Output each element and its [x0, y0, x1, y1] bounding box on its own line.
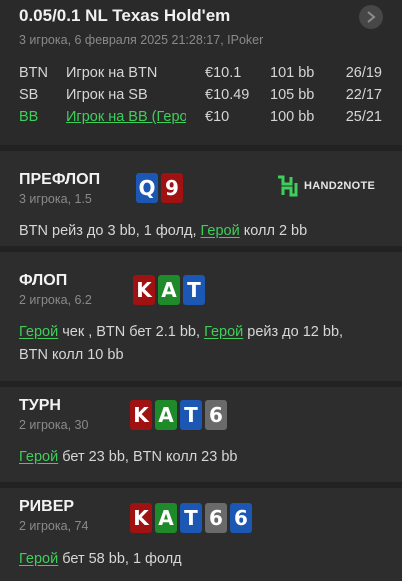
street-turn: ТУРН 2 игрока, 30 KAT6 Герой бет 23 bb, …	[0, 387, 402, 482]
action-text: рейз до 12 bb,	[243, 324, 344, 340]
card-A-green: A	[155, 400, 177, 430]
action-text: рейз до 3 bb	[52, 223, 136, 239]
action-text: , 1 фолд,	[135, 223, 201, 239]
street-name: ФЛОП	[19, 272, 68, 289]
player-name[interactable]: Игрок на SB	[66, 87, 186, 103]
player-bb: 100 bb	[270, 109, 315, 125]
action-text: чек , BTN бет 2.1 bb,	[58, 324, 205, 340]
player-name[interactable]: Игрок на BB (Герой)	[66, 109, 186, 125]
street-sub: 2 игрока, 74	[19, 519, 89, 533]
player-row-sb: SB Игрок на SB €10.49 105 bb · 22/17	[19, 87, 399, 109]
player-stack: €10	[205, 109, 230, 125]
action-line: Герой бет 23 bb, BTN колл 23 bb	[19, 446, 389, 469]
street-name: ТУРН	[19, 397, 61, 414]
player-bb: 105 bb	[270, 87, 315, 103]
card-K-red: K	[130, 400, 152, 430]
street-sub: 2 игрока, 30	[19, 418, 89, 432]
card-T-blue: T	[180, 400, 202, 430]
card-A-green: A	[158, 275, 180, 305]
street-name: РИВЕР	[19, 498, 75, 515]
card-6-gray: 6	[205, 503, 227, 533]
board-cards: KAT66	[130, 503, 252, 533]
action-line: Герой бет 58 bb, 1 фолд	[19, 548, 389, 571]
hand-title: 0.05/0.1 NL Texas Hold'em	[19, 6, 231, 25]
hand2note-logo-icon	[278, 175, 298, 197]
street-river: РИВЕР 2 игрока, 74 KAT66 Герой бет 58 bb…	[0, 488, 402, 581]
action-text: бет 23 bb, BTN колл 23 bb	[58, 449, 238, 465]
player-stack: €10.49	[205, 87, 250, 103]
card-9-red: 9	[161, 173, 183, 203]
hero-link[interactable]: Герой	[19, 449, 58, 465]
hero-link[interactable]: Герой	[19, 324, 58, 340]
hand-header: 0.05/0.1 NL Texas Hold'em 3 игрока, 6 фе…	[0, 0, 402, 145]
player-row-btn: BTN Игрок на BTN €10.1 101 bb · 26/19	[19, 65, 399, 87]
player-row-bb: BBИгрок на BB (Герой)€10100 bb·25/21	[19, 109, 399, 131]
player-bb: 101 bb	[270, 65, 315, 81]
player-stats: 26/19	[345, 65, 382, 81]
action-text: колл 2 bb	[239, 223, 308, 239]
action-line: BTN рейз до 3 bb, 1 фолд, Герой колл 2 b…	[19, 220, 389, 243]
action-text: BTN колл 10 bb	[19, 347, 124, 363]
chevron-right-icon	[367, 11, 376, 23]
board-cards: Q9	[136, 173, 183, 203]
card-6-blue: 6	[230, 503, 252, 533]
street-name: ПРЕФЛОП	[19, 171, 101, 188]
logo-text: HAND2NOTE	[304, 180, 376, 192]
card-6-gray: 6	[205, 400, 227, 430]
card-A-green: A	[155, 503, 177, 533]
street-sub: 2 игрока, 6.2	[19, 293, 92, 307]
next-hand-button[interactable]	[359, 5, 383, 29]
player-stats: 22/17	[345, 87, 382, 103]
player-stats: 25/21	[345, 109, 382, 125]
hand2note-logo: HAND2NOTE	[276, 175, 375, 197]
street-actions: Герой бет 58 bb, 1 фолд	[19, 548, 389, 571]
player-stack: €10.1	[205, 65, 242, 81]
street-actions: Герой чек , BTN бет 2.1 bb, Герой рейз д…	[19, 321, 389, 367]
players-table: BTN Игрок на BTN €10.1 101 bb · 26/19 SB Игрок …	[19, 65, 399, 131]
player-name[interactable]: Игрок на BTN	[66, 65, 186, 81]
hero-link[interactable]: Герой	[201, 223, 240, 239]
card-T-blue: T	[180, 503, 202, 533]
hand-subtitle: 3 игрока, 6 февраля 2025 21:28:17, IPoke…	[19, 33, 264, 47]
action-line: BTN колл 10 bb	[19, 344, 389, 367]
action-text: бет 58 bb, 1 фолд	[58, 551, 182, 567]
card-T-blue: T	[183, 275, 205, 305]
hero-link[interactable]: Герой	[19, 551, 58, 567]
action-text: BTN	[19, 223, 53, 239]
player-position: BB	[19, 109, 39, 125]
street-actions: Герой бет 23 bb, BTN колл 23 bb	[19, 446, 389, 469]
street-preflop: ПРЕФЛОП 3 игрока, 1.5 Q9 BTN рейз до 3 b…	[0, 151, 402, 246]
street-actions: BTN рейз до 3 bb, 1 фолд, Герой колл 2 b…	[19, 220, 389, 243]
board-cards: KAT6	[130, 400, 227, 430]
board-cards: KAT	[133, 275, 205, 305]
street-sub: 3 игрока, 1.5	[19, 192, 92, 206]
card-K-red: K	[133, 275, 155, 305]
action-line: Герой чек , BTN бет 2.1 bb, Герой рейз д…	[19, 321, 389, 344]
card-K-red: K	[130, 503, 152, 533]
hero-link[interactable]: Герой	[204, 324, 243, 340]
street-flop: ФЛОП 2 игрока, 6.2 KAT Герой чек , BTN б…	[0, 252, 402, 381]
player-position: SB	[19, 87, 39, 103]
card-Q-blue: Q	[136, 173, 158, 203]
player-position: BTN	[19, 65, 48, 81]
